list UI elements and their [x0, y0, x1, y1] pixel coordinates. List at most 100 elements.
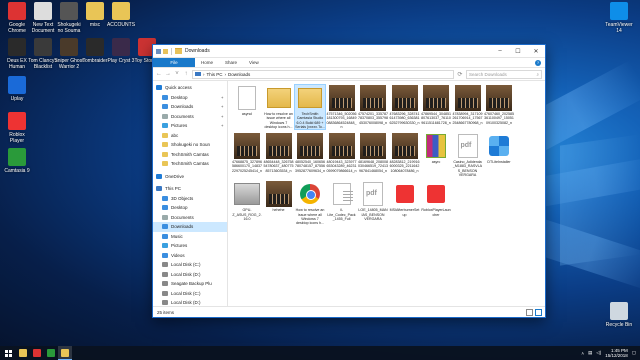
desktop-icon-teamviewer-14[interactable]: TeamViewer 14: [604, 2, 634, 34]
tab-home[interactable]: Home: [195, 58, 219, 67]
file-item[interactable]: GPU-Z_ASUS_ROG_2.16.0: [232, 181, 262, 225]
tab-share[interactable]: Share: [219, 58, 243, 67]
nav-item-local-disk-c[interactable]: Local Disk (C:): [153, 260, 227, 270]
file-item[interactable]: 47668875_327896586600170_148372297025245…: [232, 133, 262, 177]
nav-item-documents[interactable]: Documents ✦: [153, 112, 227, 122]
title-bar[interactable]: Downloads – ☐ ✕: [153, 45, 545, 58]
details-view-icon[interactable]: [526, 308, 533, 316]
photo-thumbnail-icon: [391, 85, 418, 111]
volume-icon[interactable]: ◁): [596, 350, 601, 356]
file-item[interactable]: 48654448_32675854780637_4807758571360353…: [264, 133, 294, 177]
desktop-icon-uplay[interactable]: Uplay: [2, 76, 32, 102]
breadcrumb-downloads[interactable]: Downloads: [228, 72, 250, 77]
refresh-icon[interactable]: ⟳: [457, 71, 463, 78]
properties-icon[interactable]: [156, 48, 161, 54]
nav-item-techsmith-camtas[interactable]: TechSmith Camtas: [153, 159, 227, 169]
forward-arrow-icon[interactable]: →: [165, 71, 171, 77]
file-item[interactable]: RobloxPlayerLauncher: [421, 181, 451, 225]
desktop-icon-label: TeamViewer 14: [605, 22, 633, 34]
nav-item-this-pc[interactable]: This PC: [153, 184, 227, 194]
desktop-icon-accounts[interactable]: ACCOUNTS: [106, 2, 136, 28]
nav-item-desktop[interactable]: Desktop: [153, 203, 227, 213]
nav-item-pictures[interactable]: Pictures ✦: [153, 121, 227, 131]
nav-item-local-disk-c[interactable]: Local Disk (C:): [153, 289, 227, 299]
file-item[interactable]: 47574201_33578778370803_3557984530760080…: [358, 85, 388, 129]
file-item[interactable]: hehehe: [264, 181, 294, 225]
nav-item-3d-objects[interactable]: 3D Objects: [153, 194, 227, 204]
nav-item-downloads[interactable]: Downloads: [153, 222, 227, 232]
desktop-icon-camtasia-9[interactable]: Camtasia 9: [2, 148, 32, 174]
seagate-backup-plu-icon: [162, 281, 168, 287]
taskbar-app-file-explorer[interactable]: [16, 346, 30, 360]
file-item[interactable]: 47571346_502056181300793_168490883686452…: [327, 85, 357, 129]
pdf-thumbnail-icon: pdf: [360, 181, 386, 207]
file-item[interactable]: 48283812_2199166000325_22116421080640784…: [390, 133, 420, 177]
file-item[interactable]: 47683296_32874161473980_6363816252799630…: [390, 85, 420, 129]
file-item[interactable]: How to resolve an issue where all Window…: [295, 181, 325, 225]
file-item[interactable]: MSIAfterburnerSetup: [390, 181, 420, 225]
file-item[interactable]: il-Lite_Codec_Pack_1455_Full: [327, 181, 357, 225]
file-item[interactable]: 48052540_160656780748157_875563952877609…: [295, 133, 325, 177]
nav-item-abc[interactable]: abc: [153, 131, 227, 141]
photo-thumbnail-icon: [454, 85, 481, 111]
file-item[interactable]: 48019443_323977653043289_462310599079866…: [327, 133, 357, 177]
breadcrumb-this-pc[interactable]: This PC: [207, 72, 223, 77]
taskbar-app-folder-active[interactable]: [58, 346, 72, 360]
file-item[interactable]: 48169648_208008030466519_724139678414680…: [358, 133, 388, 177]
camtasia-icon: [47, 349, 55, 357]
file-name: How to resolve an issue where all Window…: [264, 112, 293, 129]
tom-clancy-s-blacklist-icon: [34, 38, 52, 56]
clock[interactable]: 1:45 PM 15/12/2018: [605, 348, 628, 358]
file-name: GPU-Z_ASUS_ROG_2.16.0: [232, 208, 262, 221]
file-name: 47869544_304851807613037_761109611511681…: [421, 112, 451, 125]
file-item[interactable]: How to resolve an issue where all Window…: [264, 85, 294, 129]
desktop-icon-label: Recycle Bin: [605, 322, 633, 328]
nav-item-onedrive[interactable]: OneDrive: [153, 172, 227, 182]
desktop-icon-recycle-bin[interactable]: Recycle Bin: [604, 302, 634, 328]
nav-item-documents[interactable]: Documents: [153, 213, 227, 223]
nav-item-downloads[interactable]: Downloads ✦: [153, 102, 227, 112]
nav-item-local-disk-d[interactable]: Local Disk (D:): [153, 270, 227, 280]
back-arrow-icon[interactable]: ←: [156, 71, 162, 77]
nav-item-quick-access[interactable]: Quick access: [153, 83, 227, 93]
navigation-pane: Quick access Desktop ✦ Downloads ✦ Documents ✦…: [153, 81, 228, 307]
nav-item-music[interactable]: Music: [153, 232, 227, 242]
taskbar-app-chrome[interactable]: [30, 346, 44, 360]
file-item[interactable]: 47869544_304851807613037_761109611511681…: [421, 85, 451, 129]
new-folder-icon[interactable]: [163, 48, 168, 54]
nav-item-pictures[interactable]: Pictures: [153, 241, 227, 251]
tab-view[interactable]: View: [243, 58, 265, 67]
start-button[interactable]: [0, 346, 16, 360]
search-input[interactable]: Search Downloads ⌕: [466, 69, 542, 79]
file-name: 48283812_2199166000325_22116421080640784…: [389, 160, 420, 173]
nav-item-shokugeki-no-soun[interactable]: Shokugeki no Soun: [153, 140, 227, 150]
nav-item-desktop[interactable]: Desktop ✦: [153, 93, 227, 103]
close-button[interactable]: ✕: [527, 45, 545, 57]
tab-file[interactable]: File: [153, 58, 195, 67]
file-item[interactable]: 47607460_202585361100497_150510910032508…: [484, 85, 514, 129]
file-item[interactable]: pdf Casino_Adidenda_M1883_RASVLAS_BENSON …: [453, 133, 483, 177]
desktop-icon-roblox-player[interactable]: Roblox Player: [2, 112, 32, 144]
file-item[interactable]: DTLiteInstaller: [484, 133, 514, 177]
help-icon[interactable]: ?: [535, 59, 541, 66]
large-icons-view-icon[interactable]: [535, 308, 542, 316]
nav-item-techsmith-camtas[interactable]: TechSmith Camtas: [153, 150, 227, 160]
minimize-button[interactable]: –: [491, 45, 509, 57]
file-item[interactable]: asyncl: [232, 85, 262, 129]
file-item[interactable]: asyrc: [421, 133, 451, 177]
notifications-icon[interactable]: ▢: [632, 350, 636, 356]
address-bar[interactable]: › This PC › Downloads: [192, 69, 454, 79]
chevron-up-icon[interactable]: ˄: [581, 351, 584, 356]
file-item[interactable]: 47838994_317109261706914_175672548667780…: [453, 85, 483, 129]
maximize-button[interactable]: ☐: [509, 45, 527, 57]
nav-item-seagate-backup-plu[interactable]: Seagate Backup Plu: [153, 279, 227, 289]
roblox-player-icon: [8, 112, 26, 130]
network-icon[interactable]: ▤: [588, 350, 592, 356]
nav-item-videos[interactable]: Videos: [153, 251, 227, 261]
up-arrow-icon[interactable]: ↑: [183, 71, 189, 77]
file-item[interactable]: pdf LOE_14805_MANIAS_BENSON VERGARA: [358, 181, 388, 225]
file-name: 47683296_32874161473980_6363816252799630…: [389, 112, 420, 125]
file-item[interactable]: TechSmith Camtasia Studio 6.0.4 Build 68…: [294, 83, 326, 131]
recent-chevron-icon[interactable]: ˅: [174, 71, 180, 77]
taskbar-app-camtasia[interactable]: [44, 346, 58, 360]
